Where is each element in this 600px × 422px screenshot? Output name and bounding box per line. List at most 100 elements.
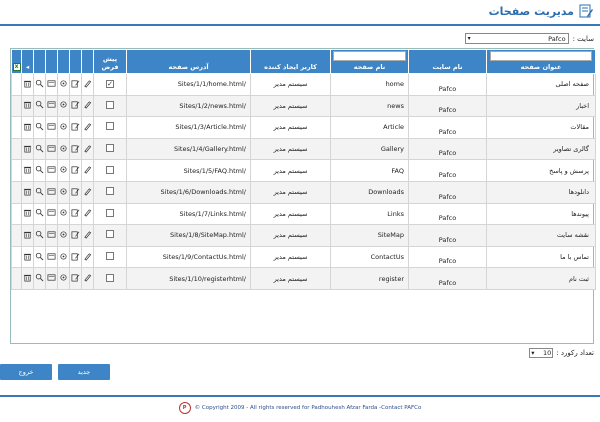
view-action[interactable] <box>45 116 58 139</box>
view-action[interactable] <box>45 137 58 161</box>
settings-action[interactable] <box>57 94 70 118</box>
settings-action[interactable] <box>57 202 70 226</box>
view-icon[interactable] <box>47 252 56 263</box>
table-row[interactable]: ✓ Sites/1/1/home.html/سیستم مدیر home Pafco… <box>11 73 596 96</box>
view-action[interactable] <box>45 245 58 269</box>
edit-icon[interactable] <box>83 101 92 111</box>
exit-button[interactable]: خروج <box>0 364 52 380</box>
table-row[interactable]: Sites/1/7/Links.html/سیستم مدیر Links Pafc… <box>11 202 596 226</box>
edit-action[interactable] <box>81 116 94 139</box>
content-edit-action[interactable] <box>69 159 82 182</box>
edit-icon[interactable] <box>83 188 92 198</box>
settings-action[interactable] <box>57 137 70 161</box>
content-edit-icon[interactable] <box>71 209 80 219</box>
settings-icon[interactable] <box>59 80 68 90</box>
col-site-header[interactable]: نام سایت <box>408 49 487 74</box>
table-row[interactable]: Sites/1/4/Gallery.html/سیستم مدیر Gallery… <box>11 137 596 161</box>
search-icon[interactable] <box>35 144 44 155</box>
delete-icon[interactable] <box>23 275 32 284</box>
table-row[interactable]: Sites/1/3/Article.html/سیستم مدیر Article… <box>11 116 596 139</box>
edit-action[interactable] <box>81 180 94 204</box>
search-action[interactable] <box>33 180 46 204</box>
new-button[interactable]: جدید <box>58 364 110 380</box>
view-action[interactable] <box>45 94 58 118</box>
col-title-header-label[interactable]: عنوان صفحه <box>521 63 562 71</box>
default-cell[interactable] <box>93 116 127 139</box>
content-edit-icon[interactable] <box>71 123 80 133</box>
default-checkbox[interactable] <box>106 144 114 153</box>
search-action[interactable] <box>33 202 46 226</box>
table-row[interactable]: Sites/1/5/FAQ.html/سیستم مدیر FAQ Pafco پرس… <box>11 159 596 182</box>
content-edit-icon[interactable] <box>71 145 80 155</box>
search-icon[interactable] <box>35 122 44 133</box>
settings-action[interactable] <box>57 224 70 247</box>
settings-action[interactable] <box>57 159 70 182</box>
view-action[interactable] <box>45 267 58 290</box>
delete-icon[interactable] <box>23 145 32 155</box>
content-edit-icon[interactable] <box>71 188 80 198</box>
default-checkbox[interactable] <box>106 165 114 174</box>
col-page-header-label[interactable]: نام صفحه <box>354 63 386 71</box>
delete-action[interactable] <box>21 73 34 96</box>
content-edit-icon[interactable] <box>71 252 80 263</box>
settings-icon[interactable] <box>59 209 68 219</box>
view-icon[interactable] <box>47 145 56 155</box>
content-edit-action[interactable] <box>69 202 82 226</box>
table-row[interactable]: Sites/1/10/registerhtml/سیستم مدیر regist… <box>11 267 596 290</box>
content-edit-action[interactable] <box>69 245 82 269</box>
search-icon[interactable] <box>35 101 44 111</box>
view-icon[interactable] <box>47 101 56 111</box>
settings-action[interactable] <box>57 116 70 139</box>
edit-action[interactable] <box>81 224 94 247</box>
search-icon[interactable] <box>35 79 44 90</box>
view-action[interactable] <box>45 224 58 247</box>
delete-icon[interactable] <box>23 188 32 198</box>
edit-icon[interactable] <box>83 80 92 90</box>
content-edit-icon[interactable] <box>71 274 80 284</box>
edit-icon[interactable] <box>83 144 92 155</box>
edit-action[interactable] <box>81 73 94 96</box>
view-action[interactable] <box>45 159 58 182</box>
search-icon[interactable] <box>35 209 44 219</box>
content-edit-icon[interactable] <box>71 231 80 241</box>
edit-icon[interactable] <box>83 166 92 176</box>
excel-export-icon[interactable]: x <box>12 63 21 71</box>
view-icon[interactable] <box>47 80 56 90</box>
delete-action[interactable] <box>21 202 34 226</box>
settings-icon[interactable] <box>59 123 68 133</box>
edit-icon[interactable] <box>83 209 92 219</box>
default-cell[interactable]: ✓ <box>93 73 127 96</box>
edit-action[interactable] <box>81 202 94 226</box>
settings-action[interactable] <box>57 267 70 290</box>
default-cell[interactable] <box>93 202 127 226</box>
default-checkbox[interactable] <box>106 273 114 282</box>
search-action[interactable] <box>33 159 46 182</box>
search-action[interactable] <box>33 94 46 118</box>
delete-icon[interactable] <box>23 231 32 241</box>
delete-action[interactable] <box>21 224 34 247</box>
view-action[interactable] <box>45 73 58 96</box>
view-icon[interactable] <box>47 274 56 284</box>
delete-icon[interactable] <box>23 210 32 219</box>
view-icon[interactable] <box>47 188 56 198</box>
default-cell[interactable] <box>93 267 127 290</box>
delete-action[interactable] <box>21 245 34 269</box>
delete-action[interactable] <box>21 94 34 118</box>
delete-action[interactable] <box>21 137 34 161</box>
edit-icon[interactable] <box>83 274 92 284</box>
content-edit-action[interactable] <box>69 267 82 290</box>
edit-action[interactable] <box>81 159 94 182</box>
edit-action[interactable] <box>81 137 94 161</box>
view-action[interactable] <box>45 180 58 204</box>
delete-action[interactable] <box>21 116 34 139</box>
col-address-header[interactable]: آدرس صفحه <box>126 49 251 74</box>
settings-action[interactable] <box>57 245 70 269</box>
view-icon[interactable] <box>47 231 56 241</box>
delete-icon[interactable] <box>23 102 32 111</box>
content-edit-action[interactable] <box>69 94 82 118</box>
default-cell[interactable] <box>93 159 127 182</box>
settings-icon[interactable] <box>59 101 68 111</box>
sort-icon[interactable]: ◂ <box>26 63 29 71</box>
page-title-filter-input[interactable] <box>490 51 592 61</box>
default-checkbox[interactable] <box>106 122 114 131</box>
